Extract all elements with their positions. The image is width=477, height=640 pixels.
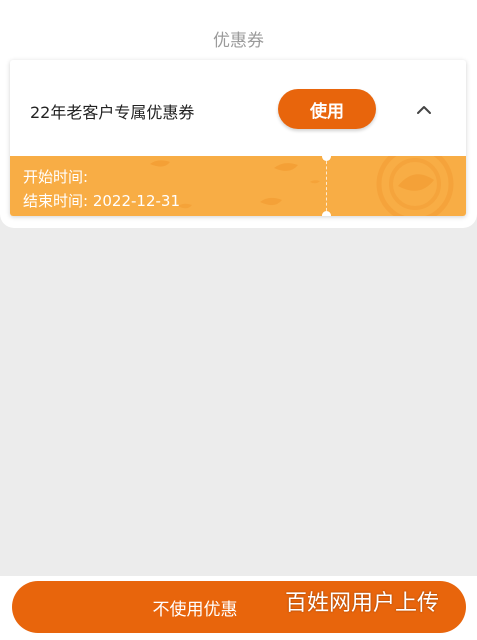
- coupon-perforation: [326, 156, 327, 216]
- coupon-sheet: 优惠券 22年老客户专属优惠券 使用 开始时间: 结束时间: 2022-12-3…: [0, 0, 477, 228]
- coupon-card[interactable]: 22年老客户专属优惠券 使用 开始时间: 结束时间: 2022-12-31: [10, 60, 466, 216]
- coupon-name: 22年老客户专属优惠券: [30, 103, 195, 122]
- chevron-up-icon[interactable]: [412, 98, 436, 122]
- coupon-end-time: 结束时间: 2022-12-31: [23, 192, 180, 210]
- coupon-start-time: 开始时间:: [23, 168, 89, 186]
- coupon-validity-band: 开始时间: 结束时间: 2022-12-31: [10, 156, 466, 216]
- use-coupon-button[interactable]: 使用: [278, 89, 376, 129]
- sheet-title: 优惠券: [213, 31, 264, 51]
- watermark-text: 百姓网用户上传: [285, 591, 440, 616]
- coupon-header: 22年老客户专属优惠券 使用: [10, 60, 466, 156]
- no-coupon-button-label: 不使用优惠: [152, 599, 238, 620]
- coupon-notch-bottom: [322, 211, 331, 216]
